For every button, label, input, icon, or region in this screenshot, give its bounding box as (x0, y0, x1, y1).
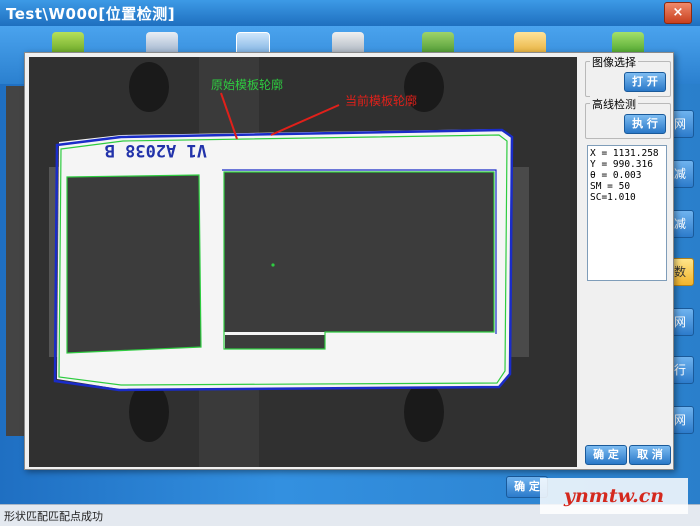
dialog-cancel-button[interactable]: 取 消 (629, 445, 671, 465)
annotation-current: 当前模板轮廓 (345, 93, 417, 108)
left-image-strip (6, 86, 24, 436)
readout-x: X = 1131.258 (590, 148, 659, 159)
annotation-original: 原始模板轮廓 (211, 77, 283, 92)
part-marking: V1 A2038 B (105, 140, 207, 160)
high-line-label: 高线检测 (590, 96, 638, 112)
image-select-group: 图像选择 打 开 (585, 54, 671, 97)
camera-image-view[interactable]: 原始模板轮廓 当前模板轮廓 V1 A2038 B (29, 57, 577, 467)
position-detect-dialog: 原始模板轮廓 当前模板轮廓 V1 A2038 B 图像选择 打 开 高线检测 执… (24, 52, 674, 470)
run-detect-button[interactable]: 执 行 (624, 114, 666, 134)
readout-y: Y = 990.316 (590, 159, 653, 170)
watermark: ynmtw.cn (540, 478, 688, 514)
result-readout: X = 1131.258 Y = 990.316 θ = 0.003 SM = … (587, 145, 667, 281)
title-bar: Test\W000[位置检测] × (0, 0, 700, 26)
status-text: 形状匹配匹配点成功 (4, 510, 103, 523)
readout-sc: SC=1.010 (590, 192, 636, 203)
readout-sm: SM = 50 (590, 181, 631, 192)
image-select-label: 图像选择 (590, 54, 638, 70)
window-close-button[interactable]: × (664, 2, 692, 24)
inspection-image: 原始模板轮廓 当前模板轮廓 V1 A2038 B (29, 57, 577, 467)
dialog-ok-button[interactable]: 确 定 (585, 445, 627, 465)
window-title: Test\W000[位置检测] (6, 5, 176, 23)
readout-theta: θ = 0.003 (590, 170, 642, 181)
open-image-button[interactable]: 打 开 (624, 72, 666, 92)
high-line-group: 高线检测 执 行 (585, 96, 671, 139)
dialog-side-panel: 图像选择 打 开 高线检测 执 行 X = 1131.258 Y = 990.3… (581, 53, 673, 469)
